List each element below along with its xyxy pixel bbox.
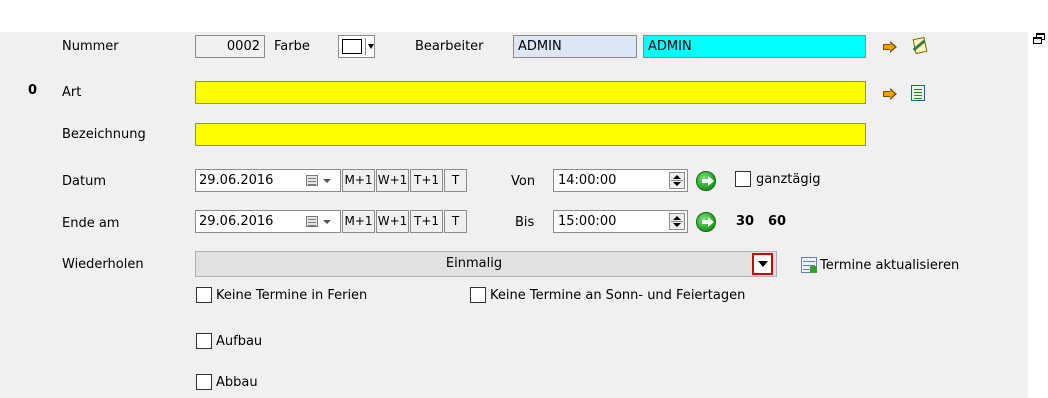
chevron-down-icon[interactable] — [323, 220, 331, 224]
top-strip — [0, 0, 1048, 32]
termine-aktualisieren-button[interactable]: Termine aktualisieren — [820, 258, 959, 273]
von-spinner[interactable] — [669, 172, 685, 189]
bis-label: Bis — [515, 215, 535, 230]
color-swatch — [342, 39, 362, 54]
duration-30-link[interactable]: 30 — [736, 214, 754, 229]
wiederholen-label: Wiederholen — [62, 257, 144, 272]
bezeichnung-label: Bezeichnung — [62, 127, 146, 142]
datum-week-plus-button[interactable]: W+1 — [376, 169, 409, 192]
green-go-icon[interactable] — [696, 212, 716, 232]
ende-quick-buttons: M+1 W+1 T+1 T — [342, 210, 489, 233]
datum-label: Datum — [62, 174, 106, 189]
wiederholen-selected: Einmalig — [445, 256, 503, 271]
chevron-down-icon — [368, 44, 374, 49]
farbe-label: Farbe — [274, 39, 310, 54]
ganztaegig-checkbox[interactable] — [735, 171, 751, 187]
datum-today-button[interactable]: T — [444, 169, 467, 192]
task-edit-icon[interactable] — [910, 36, 930, 56]
orange-arrow-icon[interactable] — [882, 41, 898, 53]
bearbeiter-label: Bearbeiter — [415, 39, 484, 54]
art-label: Art — [62, 85, 82, 100]
keine-sonn-feiertage-label: Keine Termine an Sonn- und Feiertagen — [490, 288, 746, 303]
ende-week-plus-button[interactable]: W+1 — [376, 210, 409, 233]
ende-today-button[interactable]: T — [444, 210, 467, 233]
von-time-field[interactable]: 14:00:00 — [553, 169, 688, 192]
keine-sonn-feiertage-checkbox[interactable] — [470, 287, 486, 303]
abbau-checkbox[interactable] — [196, 374, 212, 390]
bis-value: 15:00:00 — [558, 214, 617, 229]
ende-month-plus-button[interactable]: M+1 — [342, 210, 375, 233]
ende-date-picker[interactable]: 29.06.2016 — [195, 210, 341, 233]
von-label: Von — [511, 174, 536, 189]
keine-ferien-label: Keine Termine in Ferien — [216, 288, 368, 303]
chevron-down-icon[interactable] — [752, 253, 773, 275]
color-picker[interactable] — [338, 35, 375, 58]
green-go-icon[interactable] — [696, 171, 716, 191]
keine-ferien-checkbox[interactable] — [196, 287, 212, 303]
art-field[interactable] — [195, 81, 866, 104]
window-restore-icon[interactable] — [1033, 33, 1046, 45]
calendar-icon[interactable] — [306, 175, 318, 186]
chevron-down-icon[interactable] — [323, 179, 331, 183]
bis-spinner[interactable] — [669, 213, 685, 230]
aufbau-label: Aufbau — [216, 334, 263, 349]
datum-day-plus-button[interactable]: T+1 — [410, 169, 443, 192]
bis-time-field[interactable]: 15:00:00 — [553, 210, 688, 233]
left-marker: 0 — [28, 83, 38, 98]
von-value: 14:00:00 — [558, 173, 617, 188]
datum-quick-buttons: M+1 W+1 T+1 T — [342, 169, 489, 192]
datum-date-picker[interactable]: 29.06.2016 — [195, 169, 341, 192]
abbau-label: Abbau — [216, 375, 258, 390]
list-icon[interactable] — [911, 85, 925, 101]
bezeichnung-field[interactable] — [195, 123, 866, 146]
calendar-icon[interactable] — [306, 216, 318, 227]
ende-day-plus-button[interactable]: T+1 — [410, 210, 443, 233]
wiederholen-dropdown[interactable]: Einmalig — [195, 251, 777, 277]
nummer-label: Nummer — [62, 39, 119, 54]
duration-60-link[interactable]: 60 — [768, 214, 786, 229]
datum-month-plus-button[interactable]: M+1 — [342, 169, 375, 192]
refresh-schedule-icon[interactable] — [801, 257, 817, 273]
ende-value: 29.06.2016 — [199, 214, 274, 229]
ende-am-label: Ende am — [62, 216, 120, 231]
ganztaegig-label: ganztägig — [756, 172, 821, 187]
bearbeiter-code-field[interactable]: ADMIN — [513, 35, 637, 58]
datum-value: 29.06.2016 — [199, 173, 274, 188]
orange-arrow-icon[interactable] — [882, 88, 898, 100]
right-panel — [1028, 0, 1048, 398]
nummer-field[interactable]: 0002 — [195, 35, 265, 58]
aufbau-checkbox[interactable] — [196, 333, 212, 349]
bearbeiter-name-field[interactable]: ADMIN — [643, 35, 866, 58]
